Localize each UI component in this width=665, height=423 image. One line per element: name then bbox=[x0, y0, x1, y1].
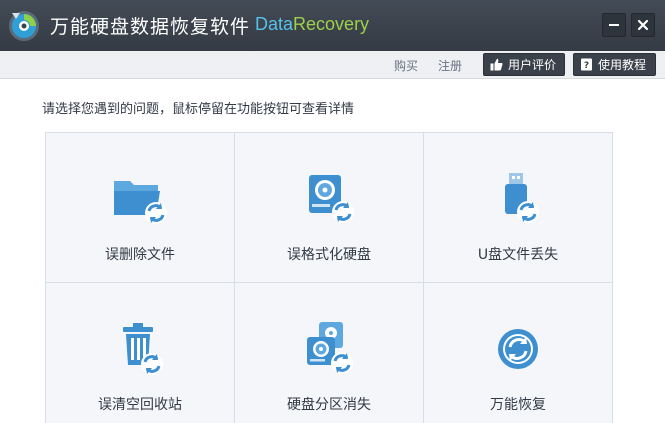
toolbar: 购买 注册 用户评价 ? 使用教程 bbox=[0, 51, 665, 79]
title-bar[interactable]: 万能硬盘数据恢复软件 DataRecovery bbox=[0, 0, 665, 51]
harddisk-restore-icon bbox=[309, 175, 354, 223]
register-link[interactable]: 注册 bbox=[438, 57, 462, 74]
buy-link[interactable]: 购买 bbox=[394, 57, 418, 74]
svg-text:?: ? bbox=[584, 61, 589, 71]
help-book-icon: ? bbox=[581, 58, 592, 71]
feature-grid: 误删除文件 误格式化硬盘 U盘文件丢失 误清空回收站 硬盘分区消失 万能恢复 bbox=[45, 132, 613, 423]
usb-restore-icon bbox=[505, 173, 539, 223]
title-en-data: Data bbox=[255, 14, 294, 34]
tile-label: 误格式化硬盘 bbox=[287, 247, 371, 263]
tile-deleted-files[interactable]: 误删除文件 bbox=[46, 133, 235, 283]
tile-label: 万能恢复 bbox=[490, 397, 546, 413]
partition-restore-icon bbox=[307, 322, 353, 374]
tile-recycle-bin[interactable]: 误清空回收站 bbox=[46, 283, 235, 423]
tutorial-button[interactable]: ? 使用教程 bbox=[573, 53, 656, 76]
app-window: 万能硬盘数据恢复软件 DataRecovery 购买 注册 用户评价 ? 使用教… bbox=[0, 0, 665, 423]
tutorial-label: 使用教程 bbox=[598, 58, 647, 72]
folder-restore-icon bbox=[114, 181, 167, 224]
close-icon bbox=[637, 19, 649, 31]
thumbs-up-icon bbox=[490, 58, 503, 71]
app-logo-icon bbox=[9, 11, 39, 41]
tile-label: 误删除文件 bbox=[105, 247, 175, 263]
universal-restore-icon bbox=[498, 329, 538, 369]
minimize-icon bbox=[609, 24, 619, 26]
title-en-recovery: Recovery bbox=[293, 14, 370, 34]
tile-universal-recovery[interactable]: 万能恢复 bbox=[424, 283, 613, 423]
tile-label: 硬盘分区消失 bbox=[287, 397, 371, 413]
recycle-bin-restore-icon bbox=[123, 323, 163, 375]
app-title-english: DataRecovery bbox=[255, 14, 369, 35]
tile-partition-lost[interactable]: 硬盘分区消失 bbox=[235, 283, 424, 423]
app-title: 万能硬盘数据恢复软件 bbox=[50, 16, 251, 38]
close-button[interactable] bbox=[631, 13, 655, 37]
minimize-button[interactable] bbox=[602, 13, 626, 37]
instruction-text: 请选择您遇到的问题，鼠标停留在功能按钮可查看详情 bbox=[42, 102, 355, 117]
tile-formatted-disk[interactable]: 误格式化硬盘 bbox=[235, 133, 424, 283]
tile-label: 误清空回收站 bbox=[98, 397, 182, 413]
tile-usb-lost[interactable]: U盘文件丢失 bbox=[424, 133, 613, 283]
tile-label: U盘文件丢失 bbox=[477, 247, 559, 263]
user-review-button[interactable]: 用户评价 bbox=[483, 53, 565, 76]
user-review-label: 用户评价 bbox=[508, 58, 557, 72]
